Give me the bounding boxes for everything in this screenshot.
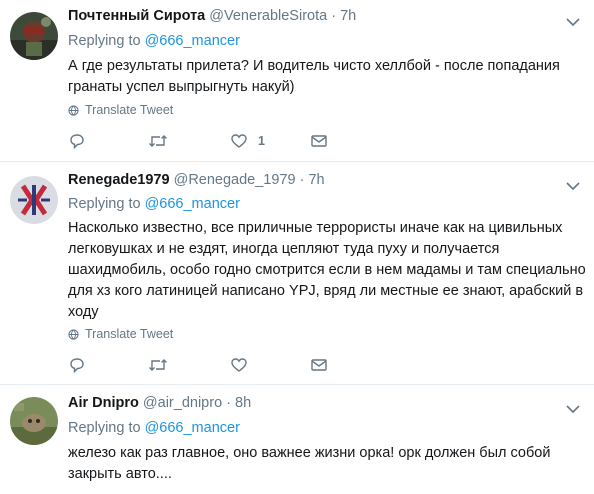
handle[interactable]: @Renegade_1979 <box>174 172 296 188</box>
replying-to: Replying to @666_mancer <box>68 33 240 49</box>
globe-icon <box>68 328 79 340</box>
envelope-icon <box>311 359 327 371</box>
replying-to: Replying to @666_mancer <box>68 420 240 436</box>
avatar[interactable] <box>10 12 58 60</box>
replying-to: Replying to @666_mancer <box>68 196 240 212</box>
tweet-actions: 1 <box>68 131 338 151</box>
tweet-text: железо как раз главное, оно важнее жизни… <box>68 445 551 482</box>
reply-icon <box>70 358 84 374</box>
timestamp[interactable]: · 7h <box>331 8 356 24</box>
mention-link[interactable]: @666_mancer <box>145 33 240 49</box>
display-name[interactable]: Renegade1979 <box>68 172 170 188</box>
tweet[interactable]: Почтенный Сирота @VenerableSirota · 7h R… <box>0 0 594 162</box>
mention-link[interactable]: @666_mancer <box>145 420 240 436</box>
replying-prefix: Replying to <box>68 420 141 436</box>
retweet-button[interactable] <box>148 131 168 151</box>
chevron-down-icon[interactable] <box>566 178 580 191</box>
translate-tweet-link[interactable]: Translate Tweet <box>68 327 173 341</box>
message-button[interactable] <box>310 131 328 151</box>
tweet-actions <box>68 355 338 375</box>
message-button[interactable] <box>310 355 328 375</box>
retweet-icon <box>149 359 167 371</box>
timestamp[interactable]: · 7h <box>300 172 325 188</box>
mention-link[interactable]: @666_mancer <box>145 196 240 212</box>
display-name[interactable]: Air Dnipro <box>68 395 139 411</box>
tweet[interactable]: Renegade1979 @Renegade_1979 · 7h Replyin… <box>0 162 594 385</box>
retweet-icon <box>149 135 167 147</box>
heart-icon <box>231 134 247 148</box>
replying-prefix: Replying to <box>68 196 141 212</box>
reply-icon <box>70 134 84 150</box>
tweet-header: Почтенный Сирота @VenerableSirota · 7h <box>68 8 356 24</box>
like-count: 1 <box>258 134 265 148</box>
envelope-icon <box>311 135 327 147</box>
handle[interactable]: @VenerableSirota <box>209 8 327 24</box>
tweet-text: А где результаты прилета? И водитель чис… <box>68 58 560 95</box>
replying-prefix: Replying to <box>68 33 141 49</box>
globe-icon <box>68 104 79 116</box>
heart-icon <box>231 358 247 372</box>
tweet-text: Насколько известно, все приличные террор… <box>68 220 586 320</box>
chevron-down-icon[interactable] <box>566 14 580 27</box>
retweet-button[interactable] <box>148 355 168 375</box>
translate-tweet-link[interactable]: Translate Tweet <box>68 103 173 117</box>
tweet-header: Renegade1979 @Renegade_1979 · 7h <box>68 172 325 188</box>
chevron-down-icon[interactable] <box>566 401 580 414</box>
reply-button[interactable] <box>68 131 86 151</box>
translate-label: Translate Tweet <box>85 103 174 117</box>
handle[interactable]: @air_dnipro <box>143 395 222 411</box>
timestamp[interactable]: · 8h <box>226 395 251 411</box>
tweet-header: Air Dnipro @air_dnipro · 8h <box>68 395 251 411</box>
reply-button[interactable] <box>68 355 86 375</box>
avatar[interactable] <box>10 176 58 224</box>
display-name[interactable]: Почтенный Сирота <box>68 8 205 24</box>
translate-label: Translate Tweet <box>85 327 174 341</box>
avatar[interactable] <box>10 397 58 445</box>
tweet[interactable]: Air Dnipro @air_dnipro · 8h Replying to … <box>0 385 594 494</box>
like-button[interactable]: 1 <box>230 131 265 151</box>
like-button[interactable] <box>230 355 258 375</box>
